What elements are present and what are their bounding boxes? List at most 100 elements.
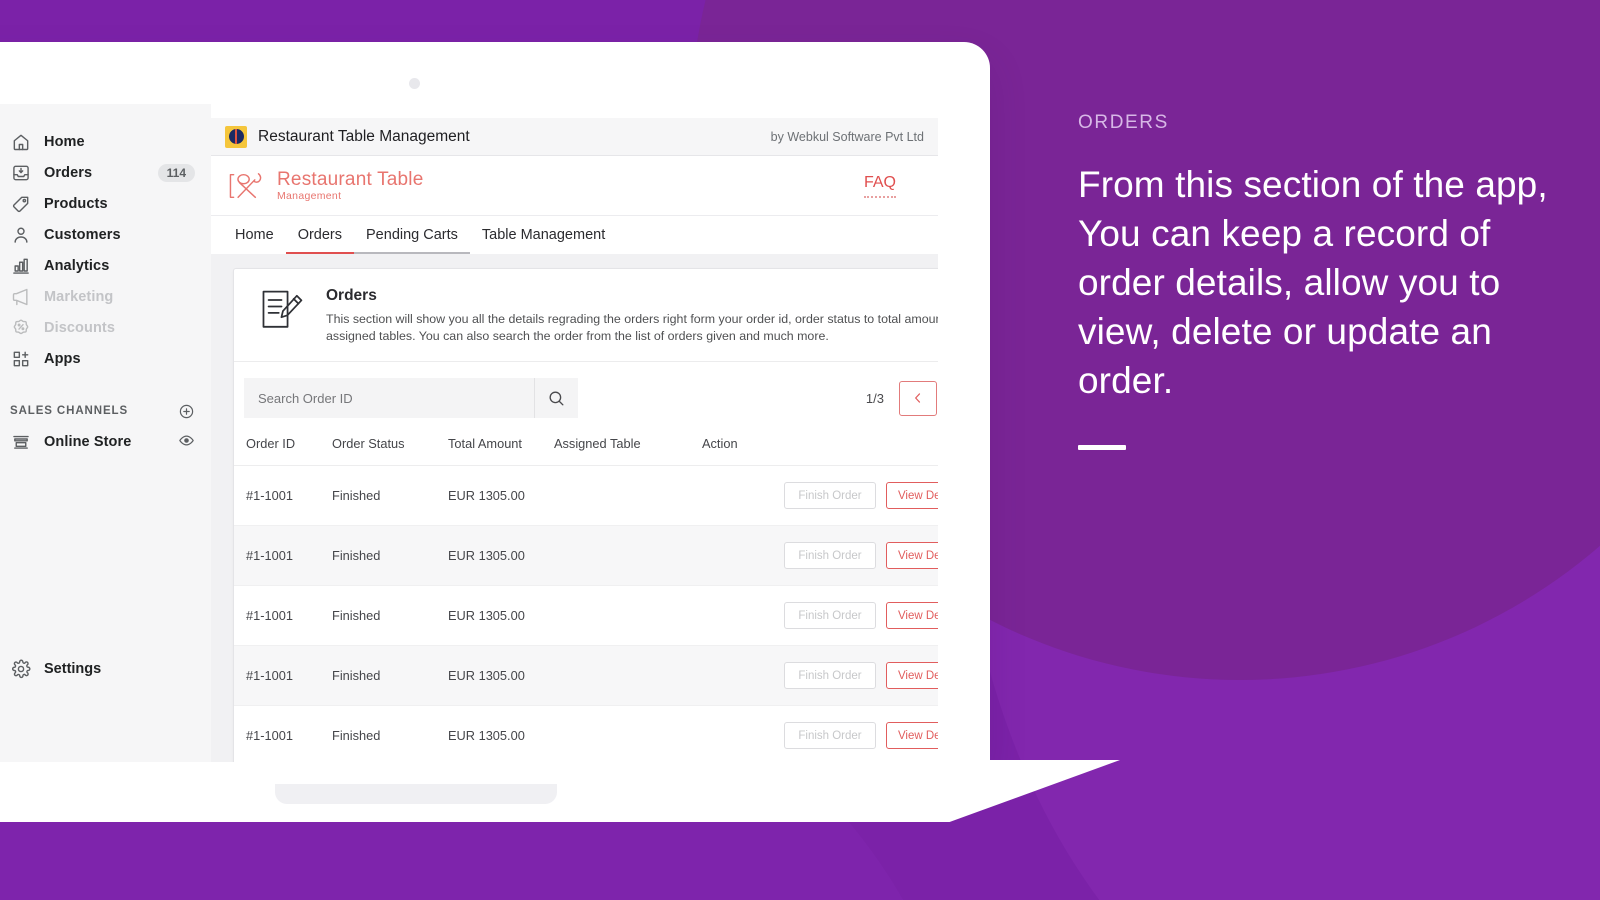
sidebar-nav-list: Home Orders 114 Products Customers Analy… [0, 104, 211, 374]
sidebar-item-online-store[interactable]: Online Store [0, 426, 211, 457]
tab-table-management[interactable]: Table Management [470, 227, 617, 254]
promo-divider [1078, 445, 1126, 450]
sidebar-item-settings[interactable]: Settings [0, 654, 117, 684]
orders-card: Orders This section will show you all th… [233, 268, 938, 762]
app-brandbar: Restaurant Table Management FAQ [211, 156, 938, 216]
orders-count-badge: 114 [157, 163, 195, 182]
orders-table-head: Order ID Order Status Total Amount Assig… [234, 432, 938, 466]
orders-card-description: This section will show you all the detai… [326, 312, 938, 343]
embedded-app: Restaurant Table Management by Webkul So… [211, 118, 938, 762]
notepad-pencil-icon [256, 287, 308, 345]
tag-icon [10, 193, 32, 215]
cell-assigned-table [554, 705, 702, 762]
table-row: #1-1001 Finished EUR 1305.00 Finish Order Vi… [234, 585, 938, 646]
orders-card-header: Orders This section will show you all th… [234, 269, 938, 362]
gear-icon [10, 658, 32, 680]
webkul-logo-icon [225, 125, 247, 148]
view-details-label: View Details [897, 489, 938, 502]
view-details-button[interactable]: View Details [886, 542, 938, 569]
cell-action: Finish Order View Details [702, 465, 938, 526]
sidebar-item-apps[interactable]: Apps [0, 343, 211, 374]
finish-order-button[interactable]: Finish Order [784, 722, 876, 749]
cell-order-status: Finished [332, 525, 448, 586]
cell-action: Finish Order View Details [702, 585, 938, 646]
finish-order-button[interactable]: Finish Order [784, 602, 876, 629]
table-row: #1-1001 Finished EUR 1305.00 Finish Order Vi… [234, 645, 938, 706]
tab-home[interactable]: Home [223, 227, 286, 254]
view-details-label: View Details [897, 609, 938, 622]
cell-total-amount: EUR 1305.00 [448, 705, 554, 762]
percent-badge-icon [10, 317, 32, 339]
view-details-label: View Details [897, 549, 938, 562]
cell-action: Finish Order View Details [702, 645, 938, 706]
sidebar-item-marketing[interactable]: Marketing [0, 281, 211, 312]
sales-channels-header: SALES CHANNELS [0, 396, 211, 426]
sidebar-item-label: Customers [44, 226, 121, 243]
cell-order-status: Finished [332, 585, 448, 646]
table-row: #1-1001 Finished EUR 1305.00 Finish Order Vi… [234, 705, 938, 762]
sidebar-item-label: Apps [44, 350, 81, 367]
sidebar-item-label: Marketing [44, 288, 114, 305]
fork-spoon-plate-icon [227, 167, 271, 205]
column-header-order-status: Order Status [332, 432, 448, 466]
storefront-icon [10, 431, 32, 453]
cell-total-amount: EUR 1305.00 [448, 585, 554, 646]
tab-orders[interactable]: Orders [285, 227, 355, 254]
prev-page-button[interactable] [899, 380, 937, 416]
view-details-label: View Details [897, 669, 938, 682]
promo-panel: ORDERS From this section of the app, You… [1078, 112, 1548, 450]
sidebar-item-discounts[interactable]: Discounts [0, 312, 211, 343]
orders-table-body: #1-1001 Finished EUR 1305.00 Finish Order Vi… [234, 465, 938, 762]
brand-subtitle: Management [277, 189, 342, 202]
table-row: #1-1001 Finished EUR 1305.00 Finish Order Vi… [234, 465, 938, 526]
sidebar-item-products[interactable]: Products [0, 188, 211, 219]
view-details-button[interactable]: View Details [886, 482, 938, 509]
cell-assigned-table [554, 465, 702, 526]
cell-order-id: #1-1001 [234, 585, 332, 646]
sidebar-item-label: Products [44, 195, 108, 212]
laptop-base [0, 760, 1120, 822]
view-details-label: View Details [897, 729, 938, 742]
apps-grid-plus-icon [10, 348, 32, 370]
view-details-button[interactable]: View Details [886, 602, 938, 629]
view-details-button[interactable]: View Details [886, 722, 938, 749]
admin-sidebar: Home Orders 114 Products Customers Analy… [0, 104, 211, 762]
faq-link[interactable]: FAQ [863, 174, 896, 198]
cell-order-id: #1-1001 [234, 645, 332, 706]
cell-order-id: #1-1001 [234, 465, 332, 526]
cell-assigned-table [554, 525, 702, 586]
promo-headline: From this section of the app, You can ke… [1078, 164, 1548, 401]
eye-icon[interactable] [178, 432, 195, 452]
search-input[interactable] [244, 390, 534, 406]
app-topbar: Restaurant Table Management by Webkul So… [211, 118, 938, 156]
search-icon[interactable] [534, 378, 578, 418]
promo-eyebrow: ORDERS [1078, 112, 1169, 133]
sidebar-item-home[interactable]: Home [0, 126, 211, 157]
page-indicator: 1/3 [865, 390, 884, 406]
finish-order-button[interactable]: Finish Order [784, 542, 876, 569]
app-content-area: Orders This section will show you all th… [211, 254, 938, 762]
finish-order-button[interactable]: Finish Order [784, 482, 876, 509]
screenshot-root: Home Orders 114 Products Customers Analy… [0, 0, 1600, 900]
finish-order-button[interactable]: Finish Order [784, 662, 876, 689]
cell-order-id: #1-1001 [234, 525, 332, 586]
tab-pending-carts[interactable]: Pending Carts [354, 227, 470, 254]
cell-order-status: Finished [332, 465, 448, 526]
sidebar-item-orders[interactable]: Orders 114 [0, 157, 211, 188]
plus-circle-icon[interactable] [178, 403, 195, 420]
home-icon [10, 131, 32, 153]
cell-total-amount: EUR 1305.00 [448, 645, 554, 706]
app-tab-bar: Home Orders Pending Carts Table Manageme… [211, 216, 938, 254]
orders-toolbar: 1/3 [234, 362, 938, 432]
cell-action: Finish Order View Details [702, 525, 938, 586]
person-icon [10, 224, 32, 246]
sidebar-item-customers[interactable]: Customers [0, 219, 211, 250]
search-order-box [244, 378, 578, 418]
sidebar-item-analytics[interactable]: Analytics [0, 250, 211, 281]
megaphone-icon [10, 286, 32, 308]
pagination: 1/3 [865, 380, 938, 416]
table-header-row: Order ID Order Status Total Amount Assig… [234, 432, 938, 466]
view-details-button[interactable]: View Details [886, 662, 938, 689]
sidebar-item-label: Orders [44, 164, 93, 181]
app-title: Restaurant Table Management [258, 127, 470, 145]
